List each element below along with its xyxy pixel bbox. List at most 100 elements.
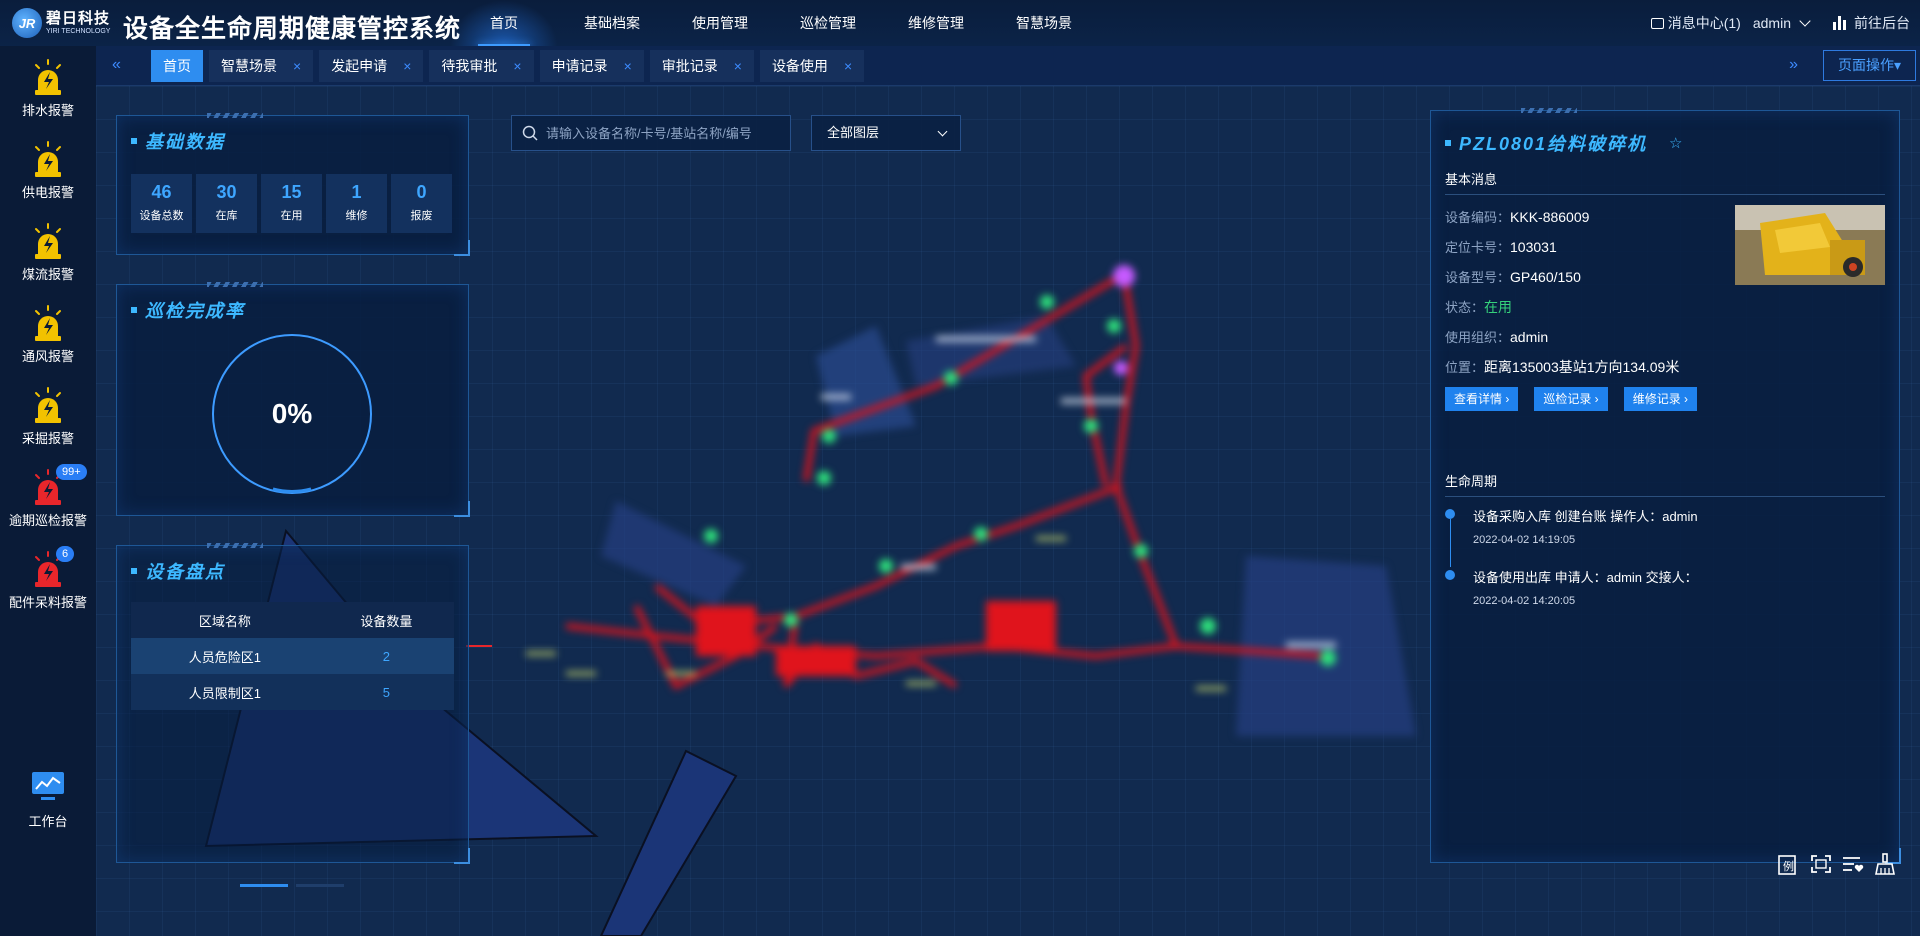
user-name[interactable]: admin [1753, 15, 1791, 31]
page-operations-button[interactable]: 页面操作▾ [1822, 50, 1916, 81]
maintenance-records-button[interactable]: 维修记录 › [1623, 387, 1698, 411]
alarm-drainage[interactable]: 排水报警 [0, 58, 96, 119]
close-icon[interactable]: × [734, 50, 742, 82]
message-center[interactable]: 消息中心(1) [1650, 13, 1741, 33]
nav-inspection[interactable]: 巡检管理 [774, 0, 882, 46]
nav-home[interactable]: 首页 [450, 0, 558, 46]
inventory-table: 区域名称 设备数量 人员危险区1 2 人员限制区1 5 [131, 602, 454, 710]
alarm-power[interactable]: 供电报警 [0, 140, 96, 201]
title-marker [131, 307, 137, 313]
tabs-scroll-left-icon[interactable]: « [112, 56, 121, 74]
alarm-sidebar: 排水报警 供电报警 煤流报警 通风报警 采掘报警 99+ 逾期巡检报警 6 配件… [0, 46, 96, 936]
chevron-down-icon[interactable] [1799, 15, 1811, 27]
pager-dot[interactable] [296, 884, 344, 887]
field-location: 位置：距离135003基站1方向134.09米 [1445, 359, 1680, 375]
basic-data-panel: 基础数据 46 设备总数 30 在库 15 在用 1 维修 0 报废 [116, 113, 470, 256]
inspection-records-button[interactable]: 巡检记录 › [1534, 387, 1608, 411]
stat-label: 设备总数 [139, 210, 184, 222]
view-details-button[interactable]: 查看详情 › [1445, 387, 1519, 411]
alarm-count-badge: 6 [56, 546, 75, 562]
stat-label: 报废 [410, 210, 433, 222]
nav-maintenance[interactable]: 维修管理 [882, 0, 990, 46]
alarm-lamp-icon [29, 140, 67, 180]
bar-chart-icon [1833, 16, 1848, 30]
message-center-label: 消息中心(1) [1667, 15, 1741, 31]
legend-icon[interactable]: 例 [1776, 852, 1802, 876]
stat-value: 15 [281, 182, 302, 202]
layer-select[interactable]: 全部图层 [811, 115, 961, 151]
alarm-coal-flow[interactable]: 煤流报警 [0, 222, 96, 283]
device-search-input[interactable] [546, 125, 786, 141]
close-icon[interactable]: × [513, 50, 521, 82]
timeline-dot [1445, 509, 1455, 519]
pager-dot-active[interactable] [240, 884, 288, 887]
close-icon[interactable]: × [293, 50, 301, 82]
backend-link[interactable]: 前往后台 [1854, 13, 1910, 33]
tab-initiate-request[interactable]: 发起申请 × [319, 50, 424, 82]
main-nav: 首页 基础档案 使用管理 巡检管理 维修管理 智慧场景 [450, 0, 1098, 46]
stat-in-use[interactable]: 15 在用 [261, 174, 322, 233]
device-count: 2 [318, 638, 454, 674]
lifecycle-timeline: 设备采购入库 创建台账 操作人：admin 2022-04-02 14:19:0… [1445, 506, 1698, 628]
timeline-item: 设备采购入库 创建台账 操作人：admin 2022-04-02 14:19:0… [1445, 506, 1698, 567]
device-count: 5 [318, 674, 454, 710]
tab-pending-approval[interactable]: 待我审批 × [429, 50, 534, 82]
tabs-scroll-right-icon[interactable]: » [1789, 56, 1798, 74]
table-row[interactable]: 人员危险区1 2 [131, 638, 454, 674]
nav-basic-archive[interactable]: 基础档案 [558, 0, 666, 46]
tab-label: 发起申请 [331, 58, 388, 74]
timeline-text: 设备采购入库 创建台账 操作人：admin [1473, 509, 1698, 524]
alarm-excavation[interactable]: 采掘报警 [0, 386, 96, 447]
close-icon[interactable]: × [844, 50, 852, 82]
alarm-label: 排水报警 [21, 103, 74, 118]
timeline-connector [1449, 519, 1451, 567]
stat-value: 30 [216, 182, 237, 202]
field-device-code: 设备编码：KKK-886009 [1445, 209, 1590, 225]
tabs-bar: « 首页 智慧场景 × 发起申请 × 待我审批 × 申请记录 × 审批记录 × 设备使用 ×… [96, 46, 1920, 86]
alarm-ventilation[interactable]: 通风报警 [0, 304, 96, 365]
mine-tunnel-network [526, 265, 1416, 736]
device-photo[interactable] [1735, 205, 1885, 285]
table-row[interactable]: 人员限制区1 5 [131, 674, 454, 710]
alarm-label: 供电报警 [21, 185, 74, 200]
tab-device-usage[interactable]: 设备使用 × [759, 50, 865, 82]
tab-label: 申请记录 [551, 58, 608, 74]
panel-pager [240, 884, 352, 887]
close-icon[interactable]: × [403, 50, 411, 82]
stat-in-stock[interactable]: 30 在库 [196, 174, 257, 233]
tab-smart-scene[interactable]: 智慧场景 × [209, 50, 314, 82]
alarm-label: 通风报警 [21, 349, 74, 364]
alarm-idle-parts[interactable]: 6 配件呆料报警 [0, 546, 96, 611]
stat-label: 在用 [280, 210, 303, 222]
field-model: 设备型号：GP460/150 [1445, 269, 1581, 285]
lifecycle-heading: 生命周期 [1445, 471, 1885, 497]
clear-icon[interactable] [1872, 852, 1898, 876]
workbench-button[interactable]: 工作台 [0, 769, 96, 830]
stat-label: 在库 [215, 210, 238, 222]
stat-scrapped[interactable]: 0 报废 [391, 174, 452, 233]
logo-name-en: YIRI TECHNOLOGY [46, 28, 111, 35]
status-badge: 在用 [1484, 299, 1513, 315]
tab-label: 审批记录 [661, 58, 718, 74]
chevron-down-icon [937, 126, 948, 137]
tab-home[interactable]: 首页 [151, 50, 203, 82]
fullscreen-icon[interactable] [1808, 852, 1834, 876]
inspection-rate-gauge: 0% [211, 333, 373, 495]
map-toolbar: 例 [1776, 852, 1904, 876]
tab-request-records[interactable]: 申请记录 × [539, 50, 644, 82]
nav-usage[interactable]: 使用管理 [666, 0, 774, 46]
tab-label: 待我审批 [441, 58, 498, 74]
alarm-count-badge: 99+ [56, 464, 87, 480]
list-favorite-icon[interactable] [1840, 852, 1866, 876]
close-icon[interactable]: × [624, 50, 632, 82]
nav-smart-scene[interactable]: 智慧场景 [990, 0, 1098, 46]
stat-repair[interactable]: 1 维修 [326, 174, 387, 233]
tab-approval-records[interactable]: 审批记录 × [649, 50, 754, 82]
title-marker [131, 138, 137, 144]
map-zone-polygon [599, 749, 738, 936]
star-icon[interactable]: ☆ [1669, 134, 1684, 152]
stat-total[interactable]: 46 设备总数 [131, 174, 192, 233]
alarm-label: 配件呆料报警 [8, 595, 87, 610]
stat-label: 维修 [345, 210, 368, 222]
alarm-overdue-inspection[interactable]: 99+ 逾期巡检报警 [0, 464, 96, 529]
